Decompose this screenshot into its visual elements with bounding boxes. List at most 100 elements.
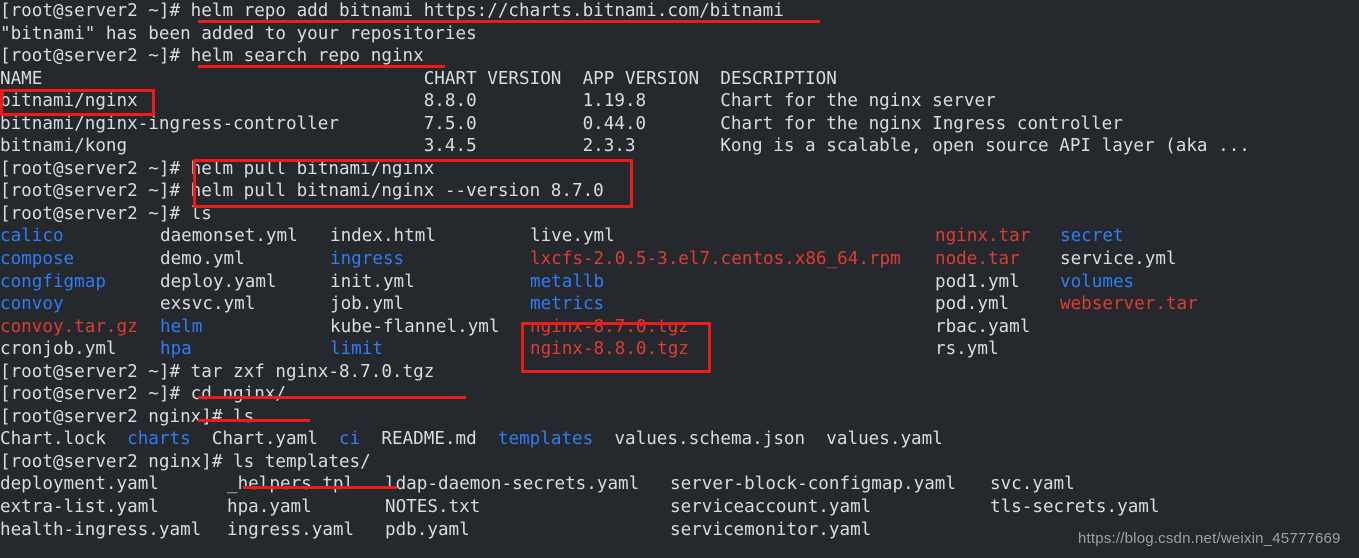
ls-home-row: calico daemonset.yml index.html live.yml ngi… <box>0 225 1250 248</box>
terminal-line-text: bitnami/nginx 8.8.0 1.19.8 Chart for the… <box>0 91 996 112</box>
terminal-line: [root@server2 ~]# helm repo add bitnami … <box>0 0 1250 23</box>
terminal-line-text: bitnami/kong 3.4.5 2.3.3 Kong is a scala… <box>0 136 1250 157</box>
ls-entry: congfigmap <box>0 271 106 292</box>
terminal-line-text: [root@server2 ~]# helm pull bitnami/ngin… <box>0 181 604 202</box>
ls-entry: ingress <box>330 249 405 270</box>
ls-entry: extra-list.yaml <box>0 497 159 518</box>
ls-entry: ingress.yaml <box>227 519 355 540</box>
ls-entry: README.md <box>381 429 477 450</box>
ls-entry: service.yml <box>1060 249 1177 270</box>
terminal-line: bitnami/nginx-ingress-controller 7.5.0 0… <box>0 113 1250 136</box>
terminal-screen: [root@server2 ~]# helm repo add bitnami … <box>0 0 1250 541</box>
ls-entry: ldap-daemon-secrets.yaml <box>385 474 640 495</box>
ls-entry: svc.yaml <box>990 474 1075 495</box>
ls-entry: pdb.yaml <box>385 519 470 540</box>
ls-entry: convoy.tar.gz <box>0 316 138 337</box>
terminal-line-text: [root@server2 ~]# helm pull bitnami/ngin… <box>0 158 435 179</box>
ls-entry: server-block-configmap.yaml <box>670 474 956 495</box>
terminal-line-text: "bitnami" has been added to your reposit… <box>0 23 477 44</box>
terminal-line: [root@server2 ~]# cd nginx/ <box>0 383 1250 406</box>
ls-templates-row: deployment.yaml _helpers.tpl ldap-daemon-s… <box>0 473 1250 496</box>
ls-entry: calico <box>0 226 64 247</box>
ls-entry: templates <box>497 429 594 450</box>
ls-entry: helm <box>160 316 203 337</box>
ls-entry: metrics <box>530 294 605 315</box>
ls-entry: ci <box>339 429 361 450</box>
ls-entry: compose <box>0 249 75 270</box>
ls-separator <box>805 429 826 449</box>
ls-entry: limit <box>330 339 383 360</box>
ls-entry: daemonset.yml <box>160 226 298 247</box>
ls-entry: index.html <box>330 226 436 247</box>
ls-entry: init.yml <box>330 271 415 292</box>
ls-templates-row: health-ingress.yaml ingress.yaml pdb.yaml s… <box>0 519 1250 542</box>
ls-entry: demo.yml <box>160 249 245 270</box>
ls-entry: Chart.lock <box>0 429 106 450</box>
terminal-line: [root@server2 ~]# ls <box>0 203 1250 226</box>
terminal-line: "bitnami" has been added to your reposit… <box>0 23 1250 46</box>
ls-entry: webserver.tar <box>1060 294 1198 315</box>
ls-home-row: convoy.tar.gz helm kube-flannel.yml nginx-8… <box>0 316 1250 339</box>
ls-separator <box>477 429 498 449</box>
terminal-line-text: bitnami/nginx-ingress-controller 7.5.0 0… <box>0 113 1123 134</box>
ls-entry: Chart.yaml <box>211 429 318 450</box>
ls-entry: rs.yml <box>935 339 999 360</box>
ls-entry: rbac.yaml <box>935 316 1031 337</box>
ls-entry: convoy <box>0 294 64 315</box>
ls-entry: hpa <box>160 339 192 360</box>
ls-home-row: cronjob.yml hpa limit nginx-8.8.0.tgz rs.yml <box>0 338 1250 361</box>
ls-entry: secret <box>1060 226 1124 247</box>
ls-entry: charts <box>127 429 191 450</box>
ls-entry: values.schema.json <box>614 429 806 450</box>
ls-entry: NOTES.txt <box>385 497 481 518</box>
terminal-line-text: NAME CHART VERSION APP VERSION DESCRIPTI… <box>0 68 837 89</box>
ls-entry: deploy.yaml <box>160 271 277 292</box>
ls-entry: volumes <box>1060 271 1135 292</box>
terminal-line-text: [root@server2 ~]# tar zxf nginx-8.7.0.tg… <box>0 361 435 382</box>
terminal-line: [root@server2 nginx]# ls <box>0 406 1250 429</box>
ls-entry: _helpers.tpl <box>227 474 355 495</box>
terminal-line: bitnami/kong 3.4.5 2.3.3 Kong is a scala… <box>0 135 1250 158</box>
ls-entry: live.yml <box>530 226 615 247</box>
ls-separator <box>593 429 614 449</box>
ls-home-row: convoy exsvc.yml job.yml metrics pod.yml webs… <box>0 293 1250 316</box>
ls-separator <box>360 429 381 449</box>
terminal-line: [root@server2 ~]# helm search repo nginx <box>0 45 1250 68</box>
ls-entry: pod.yml <box>935 294 1010 315</box>
terminal-line-text: [root@server2 ~]# helm repo add bitnami … <box>0 1 784 21</box>
terminal-line-text: [root@server2 ~]# ls <box>0 203 212 224</box>
ls-home-row: compose demo.yml ingress lxcfs-2.0.5-3.el7.… <box>0 248 1250 271</box>
ls-entry: lxcfs-2.0.5-3.el7.centos.x86_64.rpm <box>530 249 901 270</box>
terminal-line: [root@server2 ~]# tar zxf nginx-8.7.0.tg… <box>0 361 1250 384</box>
terminal-line: bitnami/nginx 8.8.0 1.19.8 Chart for the… <box>0 90 1250 113</box>
terminal-line-text: [root@server2 nginx]# ls templates/ <box>0 451 371 472</box>
terminal-line: [root@server2 ~]# helm pull bitnami/ngin… <box>0 158 1250 181</box>
ls-entry: nginx.tar <box>935 226 1031 247</box>
ls-entry: kube-flannel.yml <box>330 316 500 337</box>
ls-entry: servicemonitor.yaml <box>670 519 872 540</box>
ls-separator <box>191 429 212 449</box>
ls-entry: deployment.yaml <box>0 474 159 495</box>
ls-entry: exsvc.yml <box>160 294 256 315</box>
terminal-line: NAME CHART VERSION APP VERSION DESCRIPTI… <box>0 68 1250 91</box>
terminal-window[interactable]: [root@server2 ~]# helm repo add bitnami … <box>0 0 1359 558</box>
ls-nginx-row: Chart.lock charts Chart.yaml ci README.m… <box>0 428 1250 451</box>
ls-home-row: congfigmap deploy.yaml init.yml metallb pod1… <box>0 271 1250 294</box>
ls-entry: values.yaml <box>826 429 943 450</box>
ls-entry: tls-secrets.yaml <box>990 497 1160 518</box>
ls-entry: hpa.yaml <box>227 497 312 518</box>
ls-entry: nginx-8.7.0.tgz <box>530 316 689 337</box>
ls-separator <box>106 429 127 449</box>
terminal-line: [root@server2 ~]# helm pull bitnami/ngin… <box>0 180 1250 203</box>
ls-entry: metallb <box>530 271 605 292</box>
terminal-line: [root@server2 nginx]# ls templates/ <box>0 451 1250 474</box>
watermark-text: https://blog.csdn.net/weixin_45777669 <box>1078 530 1341 547</box>
ls-entry: serviceaccount.yaml <box>670 497 872 518</box>
ls-entry: cronjob.yml <box>0 339 117 360</box>
terminal-line-text: [root@server2 nginx]# ls <box>0 406 255 427</box>
ls-templates-row: extra-list.yaml hpa.yaml NOTES.txt servicea… <box>0 496 1250 519</box>
ls-separator <box>318 429 339 449</box>
ls-entry: health-ingress.yaml <box>0 519 202 540</box>
terminal-line-text: [root@server2 ~]# cd nginx/ <box>0 384 286 405</box>
ls-entry: nginx-8.8.0.tgz <box>530 339 689 360</box>
